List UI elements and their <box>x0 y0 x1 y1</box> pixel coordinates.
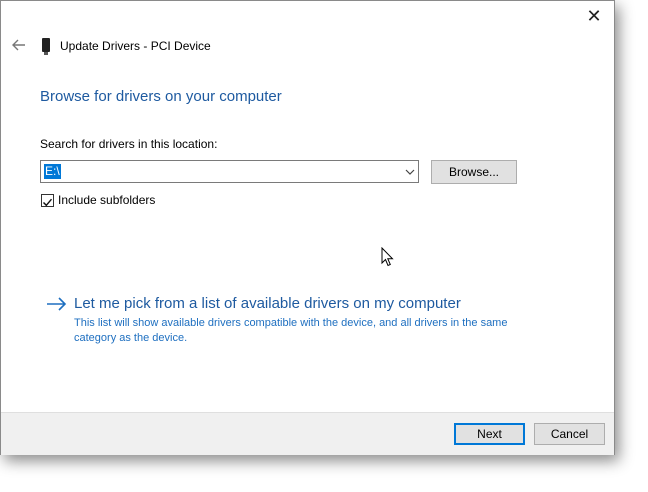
location-combobox[interactable]: E:\ <box>40 160 419 183</box>
mouse-pointer-icon <box>381 247 394 267</box>
checkmark-icon <box>43 198 53 207</box>
next-button[interactable]: Next <box>454 423 525 445</box>
include-subfolders-label[interactable]: Include subfolders <box>58 193 155 207</box>
include-subfolders-checkbox[interactable] <box>41 194 54 207</box>
close-icon: ✕ <box>586 6 602 26</box>
browse-button[interactable]: Browse... <box>431 160 517 184</box>
search-location-label: Search for drivers in this location: <box>40 137 218 151</box>
close-button[interactable]: ✕ <box>580 3 608 29</box>
location-input[interactable]: E:\ <box>44 164 61 179</box>
pci-device-icon <box>42 38 50 55</box>
update-drivers-dialog: ✕ Update Drivers - PCI Device Browse for… <box>0 0 615 455</box>
right-arrow-icon[interactable] <box>46 297 68 311</box>
chevron-down-icon[interactable] <box>405 167 415 177</box>
pick-driver-description: This list will show available drivers co… <box>74 317 508 344</box>
back-arrow-icon[interactable] <box>11 37 27 53</box>
page-heading: Browse for drivers on your computer <box>40 88 282 105</box>
pick-driver-link[interactable]: Let me pick from a list of available dri… <box>74 295 461 312</box>
dialog-footer: Next Cancel <box>1 412 614 455</box>
dialog-title: Update Drivers - PCI Device <box>60 39 211 53</box>
cancel-button[interactable]: Cancel <box>534 423 605 445</box>
